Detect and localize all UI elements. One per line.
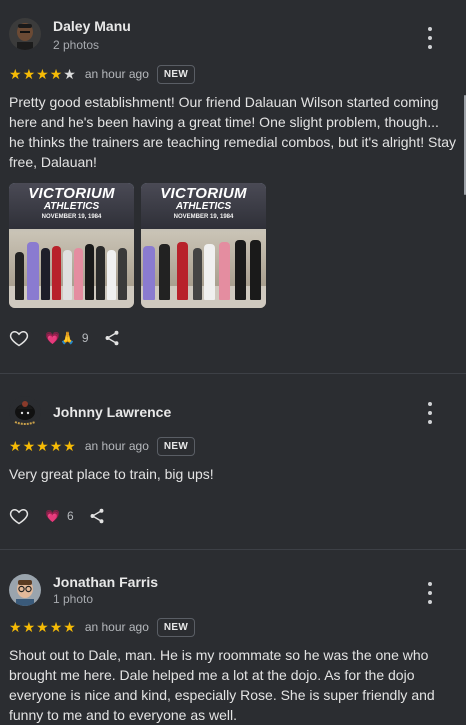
reviewer-name[interactable]: Jonathan Farris xyxy=(53,574,158,590)
star-icon: ★ xyxy=(36,619,49,635)
review-time: an hour ago xyxy=(84,439,149,453)
new-badge: NEW xyxy=(156,64,196,84)
rating-row: ★ ★ ★ ★ ★ an hour ago NEW xyxy=(9,435,457,457)
more-options-icon[interactable] xyxy=(421,582,439,604)
review-header: Jonathan Farris 1 photo xyxy=(9,573,457,616)
star-icon: ★ xyxy=(9,66,22,82)
star-icon: ★ xyxy=(49,66,63,82)
reviewer-photo-count: 2 photos xyxy=(53,38,100,52)
more-options-icon[interactable] xyxy=(421,402,439,424)
star-icon: ★ xyxy=(63,619,76,635)
photo-sign-title: VICTORIUM xyxy=(28,185,115,202)
star-icon: ★ xyxy=(49,438,63,454)
reviewer-name[interactable]: Daley Manu xyxy=(53,18,131,34)
reaction-count: 9 xyxy=(81,331,89,345)
reaction-count: 6 xyxy=(66,509,74,523)
star-rating: ★ ★ ★ ★ ★ xyxy=(9,67,76,81)
avatar[interactable] xyxy=(9,574,41,606)
reviewer-photo-count: 1 photo xyxy=(53,592,94,606)
star-icon: ★ xyxy=(9,619,22,635)
review-time: an hour ago xyxy=(84,620,149,634)
star-icon: ★ xyxy=(63,66,76,82)
review-photos: VICTORIUM ATHLETICS NOVEMBER 19, 1984 VI… xyxy=(9,183,457,308)
review-text: Very great place to train, big ups! xyxy=(9,466,214,482)
review-text: Pretty good establishment! Our friend Da… xyxy=(9,94,457,170)
review-time: an hour ago xyxy=(84,67,149,81)
avatar[interactable] xyxy=(9,396,41,428)
review-photo[interactable]: VICTORIUM ATHLETICS NOVEMBER 19, 1984 xyxy=(9,183,134,308)
rating-row: ★ ★ ★ ★ ★ an hour ago NEW xyxy=(9,63,457,85)
star-icon: ★ xyxy=(49,619,63,635)
new-badge: NEW xyxy=(156,617,196,637)
review-header: Daley Manu 2 photos xyxy=(9,16,457,64)
star-icon: ★ xyxy=(22,438,36,454)
review-card: Johnny Lawrence ★ ★ ★ ★ ★ an hour ago NE… xyxy=(0,374,466,536)
review-text: Shout out to Dale, man. He is my roommat… xyxy=(9,647,435,723)
new-badge: NEW xyxy=(156,436,196,456)
photo-sign-subtitle: ATHLETICS xyxy=(43,201,100,212)
more-options-icon[interactable] xyxy=(421,27,439,49)
reactions[interactable]: 💗🙏 9 xyxy=(45,331,89,345)
review-photo[interactable]: VICTORIUM ATHLETICS NOVEMBER 19, 1984 xyxy=(141,183,266,308)
photo-sign-title: VICTORIUM xyxy=(160,185,247,202)
reviewer-name[interactable]: Johnny Lawrence xyxy=(53,404,171,420)
review-actions: 💗 6 xyxy=(9,496,457,536)
avatar[interactable] xyxy=(9,18,41,50)
like-heart-icon[interactable] xyxy=(9,328,29,348)
share-icon[interactable] xyxy=(88,507,106,525)
share-icon[interactable] xyxy=(103,329,121,347)
star-icon: ★ xyxy=(36,438,49,454)
photo-sign-date: NOVEMBER 19, 1984 xyxy=(173,214,234,220)
reaction-emoji-icons: 💗🙏 xyxy=(45,331,75,345)
review-card: Daley Manu 2 photos ★ ★ ★ ★ ★ an hour ag… xyxy=(0,0,466,358)
like-heart-icon[interactable] xyxy=(9,506,29,526)
star-icon: ★ xyxy=(63,438,76,454)
reactions[interactable]: 💗 6 xyxy=(45,509,74,523)
review-actions: 💗🙏 9 xyxy=(9,318,457,358)
photo-sign-subtitle: ATHLETICS xyxy=(175,201,232,212)
reaction-emoji-icons: 💗 xyxy=(45,509,60,523)
star-icon: ★ xyxy=(22,66,36,82)
review-card: Jonathan Farris 1 photo ★ ★ ★ ★ ★ an hou… xyxy=(0,550,466,725)
review-header: Johnny Lawrence xyxy=(9,396,457,435)
star-icon: ★ xyxy=(36,66,49,82)
star-rating: ★ ★ ★ ★ ★ xyxy=(9,620,76,634)
photo-sign-date: NOVEMBER 19, 1984 xyxy=(41,214,102,220)
star-rating: ★ ★ ★ ★ ★ xyxy=(9,439,76,453)
rating-row: ★ ★ ★ ★ ★ an hour ago NEW xyxy=(9,616,457,638)
star-icon: ★ xyxy=(22,619,36,635)
star-icon: ★ xyxy=(9,438,22,454)
